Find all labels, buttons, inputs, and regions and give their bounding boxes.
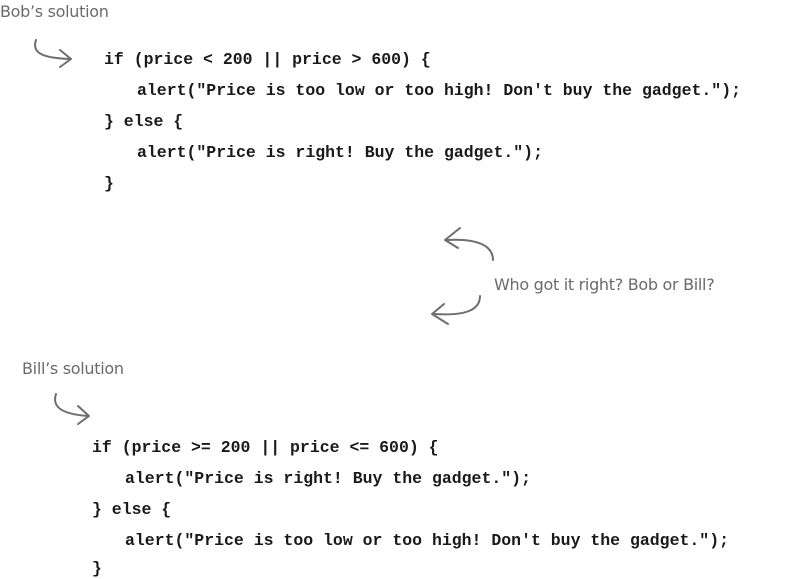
bill-code-line-4: alert("Price is too low or too high! Don…	[125, 531, 729, 550]
bob-code-line-4: alert("Price is right! Buy the gadget.")…	[137, 143, 543, 162]
bill-code-line-1: if (price >= 200 || price <= 600) {	[92, 438, 439, 457]
up-arrow-icon	[444, 227, 494, 261]
bob-arrow-icon	[34, 39, 72, 68]
bill-arrow-icon	[54, 393, 90, 425]
bob-code-line-1: if (price < 200 || price > 600) {	[104, 50, 431, 69]
question-text: Who got it right? Bob or Bill?	[494, 275, 715, 294]
bill-code-line-3: } else {	[92, 500, 172, 519]
down-arrow-icon	[431, 295, 481, 325]
bill-code-line-5: }	[92, 559, 102, 578]
bob-caption: Bob’s solution	[0, 2, 109, 21]
bill-caption: Bill’s solution	[22, 359, 124, 378]
bill-code-line-2: alert("Price is right! Buy the gadget.")…	[125, 469, 531, 488]
bob-code-line-3: } else {	[104, 112, 184, 131]
bob-code-line-2: alert("Price is too low or too high! Don…	[137, 81, 741, 100]
bob-code-line-5: }	[104, 174, 114, 193]
